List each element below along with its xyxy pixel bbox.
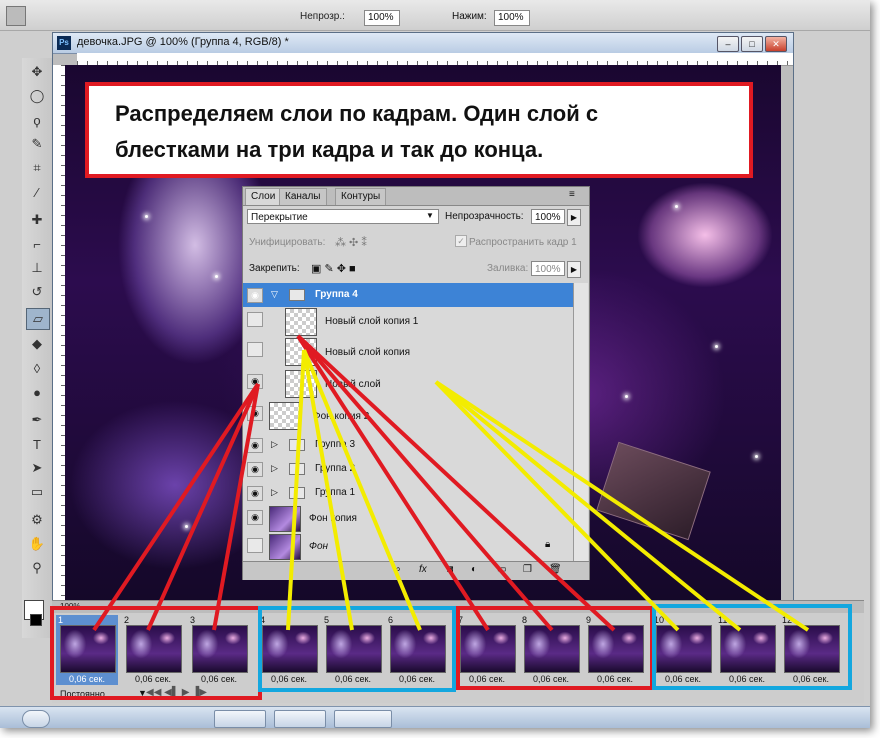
screenshot-frame: Непрозр.: 100% Нажим: 100% ✥ ◯ ϙ ✎ ⌗ ⁄ ✚… (0, 0, 870, 728)
taskbar (0, 706, 870, 728)
red-line (212, 383, 260, 631)
yellow-line (434, 380, 680, 632)
red-line (92, 382, 260, 632)
red-line (296, 334, 554, 632)
annotation-lines (92, 334, 810, 632)
yellow-lines (286, 349, 810, 632)
red-line (146, 383, 260, 631)
yellow-line (434, 380, 810, 632)
yellow-line (302, 349, 422, 631)
start-button[interactable] (22, 710, 50, 728)
yellow-line (286, 349, 306, 631)
taskbar-item[interactable] (214, 710, 266, 728)
taskbar-item[interactable] (274, 710, 326, 728)
taskbar-item[interactable] (334, 710, 392, 728)
